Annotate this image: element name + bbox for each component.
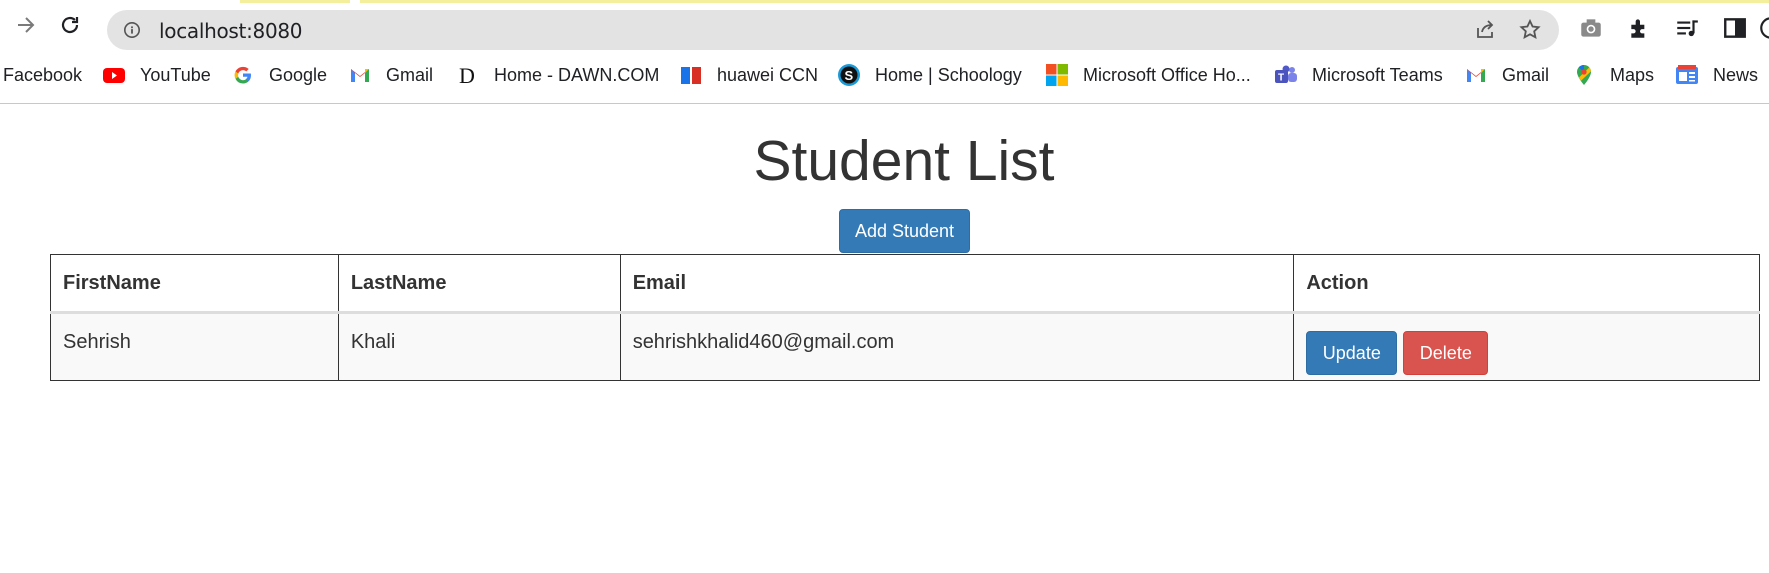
bookmark-microsoft-teams[interactable]: T Microsoft Teams — [1274, 63, 1443, 87]
youtube-icon — [103, 68, 125, 83]
share-icon[interactable] — [1473, 18, 1497, 42]
profile-icon[interactable] — [1758, 15, 1769, 41]
bookmark-label: Microsoft Office Ho... — [1083, 64, 1251, 85]
camera-icon[interactable] — [1578, 15, 1604, 41]
reload-button[interactable] — [56, 11, 84, 39]
microsoft-office-icon — [1046, 64, 1068, 86]
bookmarks-bar: Facebook YouTube Google Gmail D Home - D… — [0, 54, 1769, 96]
add-student-button[interactable]: Add Student — [839, 209, 970, 253]
bookmark-star-icon[interactable] — [1518, 18, 1542, 42]
bookmark-label: YouTube — [140, 64, 211, 85]
cell-email: sehrishkhalid460@gmail.com — [619, 312, 1295, 381]
reload-icon — [61, 16, 79, 34]
cell-lastname: Khali — [337, 312, 621, 381]
media-queue-icon[interactable] — [1674, 15, 1700, 41]
bookmark-label: News — [1713, 64, 1759, 85]
address-bar[interactable]: localhost:8080 — [107, 10, 1559, 50]
schoology-icon: S — [838, 64, 860, 86]
bookmark-label: Maps — [1610, 64, 1655, 85]
bookmark-microsoft-office[interactable]: Microsoft Office Ho... — [1045, 63, 1251, 87]
dawn-icon: D — [459, 63, 475, 87]
cell-action: Update Delete — [1293, 312, 1760, 381]
bookmark-maps[interactable]: Maps — [1572, 63, 1654, 87]
svg-text:T: T — [1278, 73, 1284, 84]
bookmark-dawn[interactable]: D Home - DAWN.COM — [456, 63, 659, 87]
extensions-icon[interactable] — [1627, 15, 1653, 41]
gmail-icon — [351, 69, 369, 82]
page-title: Student List — [753, 129, 1055, 193]
bookmark-label: Home - DAWN.COM — [494, 64, 660, 85]
chrome-divider — [0, 103, 1769, 104]
table-row: Sehrish Khali sehrishkhalid460@gmail.com… — [50, 312, 1760, 381]
maps-icon — [1577, 64, 1591, 85]
bookmark-youtube[interactable]: YouTube — [102, 63, 211, 87]
side-panel-icon[interactable] — [1722, 15, 1748, 41]
bookmark-news[interactable]: News — [1675, 63, 1758, 87]
bookmark-schoology[interactable]: S Home | Schoology — [837, 63, 1022, 87]
news-icon — [1676, 65, 1698, 84]
bookmark-label: Gmail — [1502, 64, 1550, 85]
bookmark-label: Gmail — [386, 64, 434, 85]
update-button[interactable]: Update — [1306, 331, 1398, 375]
bookmark-huawei[interactable]: huawei CCN — [679, 63, 818, 87]
huawei-icon — [681, 67, 701, 84]
cell-firstname: Sehrish — [50, 312, 339, 381]
svg-text:S: S — [845, 68, 854, 83]
teams-icon: T — [1275, 65, 1297, 84]
browser-toolbar: localhost:8080 — [0, 3, 1769, 50]
bookmark-gmail[interactable]: Gmail — [348, 63, 433, 87]
bookmark-label: huawei CCN — [717, 64, 819, 85]
arrow-right-icon — [18, 17, 35, 33]
bookmark-google[interactable]: Google — [231, 63, 327, 87]
column-header-action: Action — [1293, 254, 1760, 314]
bookmark-gmail-2[interactable]: Gmail — [1464, 63, 1549, 87]
student-table: FirstName LastName Email Action Sehrish … — [50, 254, 1760, 381]
bookmark-label: Google — [269, 64, 328, 85]
url-text[interactable]: localhost:8080 — [159, 19, 303, 43]
bookmark-label: Facebook — [3, 64, 83, 85]
gmail-icon — [1467, 69, 1485, 82]
bookmark-label: Home | Schoology — [875, 64, 1022, 85]
bookmark-label: Microsoft Teams — [1312, 64, 1443, 85]
site-info-icon[interactable] — [123, 21, 141, 39]
bookmark-facebook[interactable]: Facebook — [3, 63, 82, 87]
column-header-email: Email — [619, 254, 1295, 314]
forward-button[interactable] — [12, 11, 40, 39]
delete-button[interactable]: Delete — [1403, 331, 1489, 375]
table-header-row: FirstName LastName Email Action — [50, 254, 1760, 314]
column-header-firstname: FirstName — [50, 254, 339, 314]
google-icon — [234, 66, 251, 84]
svg-text:D: D — [459, 63, 475, 87]
column-header-lastname: LastName — [337, 254, 621, 314]
